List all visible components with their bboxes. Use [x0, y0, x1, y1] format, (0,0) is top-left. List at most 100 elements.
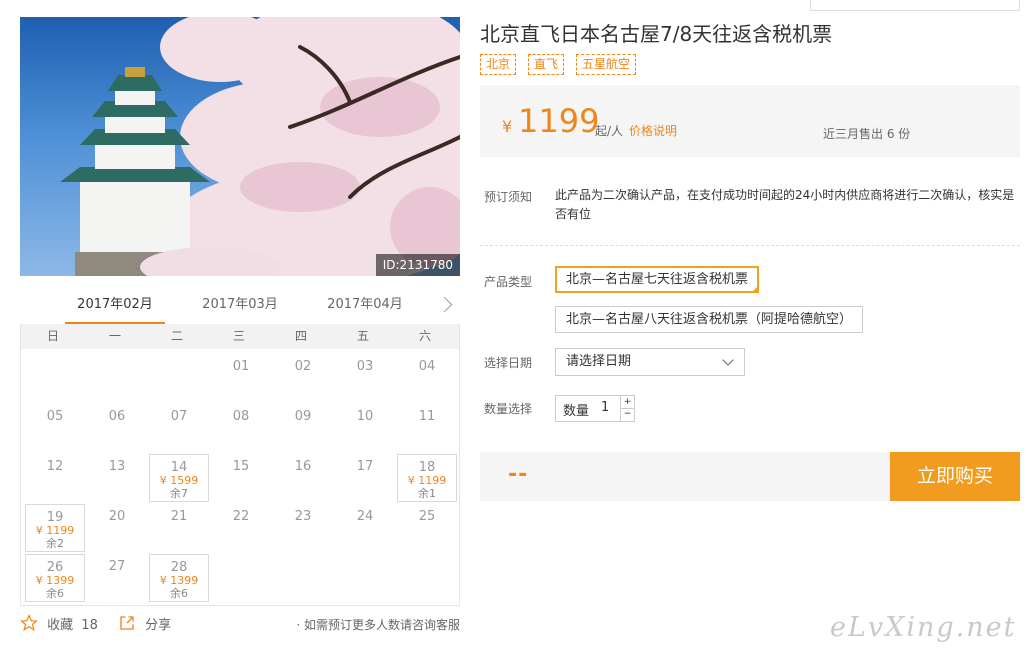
quantity-value[interactable]: 1	[601, 400, 609, 415]
calendar-day-number: 24	[356, 509, 374, 524]
calendar-day: 04	[397, 354, 457, 402]
calendar-day-number: 03	[356, 359, 374, 374]
calendar-day: 27	[87, 554, 147, 602]
calendar-day-stock: 余6	[170, 587, 188, 600]
tag-direct-flight: 直飞	[528, 54, 565, 75]
product-image[interactable]: ID:2131780	[20, 17, 460, 276]
calendar-day-number: 16	[294, 459, 312, 474]
product-option-8-day[interactable]: 北京—名古屋八天往返含税机票（阿提哈德航空）	[555, 306, 864, 333]
calendar-day-number: 27	[108, 559, 126, 574]
calendar-day[interactable]: 14 ¥ 1599 余7	[149, 454, 209, 502]
calendar-day-number: 10	[356, 409, 374, 424]
weekday-label: 三	[232, 329, 245, 343]
price-unit: 起/人	[595, 124, 624, 138]
quantity-decrease-button[interactable]: −	[620, 408, 634, 421]
calendar-day: 21	[149, 504, 209, 552]
calendar-day-number: 04	[418, 359, 436, 374]
product-title: 北京直飞日本名古屋7/8天往返含税机票	[480, 22, 833, 46]
calendar-day[interactable]: 26 ¥ 1399 余6	[25, 554, 85, 602]
chevron-down-icon	[722, 354, 734, 366]
calendar-day: 20	[87, 504, 147, 552]
price-panel: ¥ 1199 起/人 价格说明 近三月售出 6 份	[480, 85, 1020, 157]
calendar-day-number: 21	[170, 509, 188, 524]
currency-symbol: ¥	[502, 117, 513, 136]
calendar-day-number: 14	[170, 460, 188, 475]
weekday-label: 日	[46, 329, 59, 343]
calendar-day: 03	[335, 354, 395, 402]
calendar-day-number: 09	[294, 409, 312, 424]
tab-month-2017-04[interactable]: 2017年04月	[315, 290, 415, 325]
calendar-day: 16	[273, 454, 333, 502]
calendar-day-number: 20	[108, 509, 126, 524]
tab-month-2017-03[interactable]: 2017年03月	[190, 290, 290, 325]
calendar-day: 01	[211, 354, 271, 402]
favorite-button[interactable]: 收藏 18	[19, 613, 98, 636]
calendar-day-number: 02	[294, 359, 312, 374]
calendar-day: 02	[273, 354, 333, 402]
calendar-day-number: 17	[356, 459, 374, 474]
calendar-day-number: 26	[46, 560, 64, 575]
calendar-day-stock: 余7	[170, 487, 188, 500]
tag-beijing: 北京	[480, 54, 517, 75]
calendar-day-number: 28	[170, 560, 188, 575]
calendar-day-number: 15	[232, 459, 250, 474]
calendar-day-price: ¥ 1199	[35, 524, 75, 537]
weekday-label: 一	[108, 329, 121, 343]
calendar-day-number: 12	[46, 459, 64, 474]
calendar-day: 10	[335, 404, 395, 452]
site-watermark: eLvXing.net	[830, 612, 1017, 643]
top-right-box	[810, 0, 1020, 11]
calendar-day-number: 05	[46, 409, 64, 424]
total-price: --	[508, 462, 529, 487]
calendar-day-number: 22	[232, 509, 250, 524]
nagoya-castle-cherry-blossom-illustration	[60, 17, 460, 276]
product-option-7-day[interactable]: 北京—名古屋七天往返含税机票	[555, 266, 760, 293]
calendar-month-tabs: 2017年02月 2017年03月 2017年04月	[20, 290, 460, 325]
buy-now-button[interactable]: 立即购买	[890, 452, 1020, 501]
calendar-day: 25	[397, 504, 457, 552]
tab-month-2017-02[interactable]: 2017年02月	[65, 290, 165, 325]
contact-service-note: · 如需预订更多人数请咨询客服	[296, 618, 460, 632]
quantity-stepper: 数量 1 + −	[555, 395, 635, 422]
booking-notice-label: 预订须知	[484, 190, 533, 204]
favorite-label: 收藏	[47, 618, 74, 633]
favorite-count: 18	[81, 618, 98, 633]
calendar-day-number: 08	[232, 409, 250, 424]
calendar-day: 23	[273, 504, 333, 552]
calendar-day-number: 19	[46, 510, 64, 525]
calendar-day: 15	[211, 454, 271, 502]
weekday-label: 五	[356, 329, 369, 343]
calendar-day: 24	[335, 504, 395, 552]
share-button[interactable]: 分享	[118, 614, 171, 636]
share-label: 分享	[145, 618, 172, 633]
calendar-day-number: 25	[418, 509, 436, 524]
calendar-day: 09	[273, 404, 333, 452]
calendar-day[interactable]: 28 ¥ 1399 余6	[149, 554, 209, 602]
calendar-day: 17	[335, 454, 395, 502]
calendar-day-stock: 余6	[46, 587, 64, 600]
tag-five-star-airline: 五星航空	[576, 54, 637, 75]
product-type-label: 产品类型	[484, 275, 533, 289]
booking-notice-text: 此产品为二次确认产品，在支付成功时间起的24小时内供应商将进行二次确认，核实是否…	[555, 188, 1015, 221]
calendar-day-price: ¥ 1199	[407, 474, 447, 487]
calendar-day: 12	[25, 454, 85, 502]
calendar-day: 08	[211, 404, 271, 452]
calendar-day[interactable]: 19 ¥ 1199 余2	[25, 504, 85, 552]
share-icon	[120, 616, 134, 630]
calendar-grid: 日 一 二 三 四 五 六 01 02 03 04 05 06 07 08 09 10 11 12 13 14 ¥ 15…	[20, 324, 460, 606]
chevron-right-icon[interactable]	[436, 292, 456, 318]
price-explanation-link[interactable]: 价格说明	[629, 122, 677, 139]
calendar-day[interactable]: 18 ¥ 1199 余1	[397, 454, 457, 502]
calendar-day: 06	[87, 404, 147, 452]
weekday-label: 二	[170, 329, 183, 343]
calendar-day-price: ¥ 1599	[159, 474, 199, 487]
date-select[interactable]: 请选择日期	[555, 348, 745, 376]
purchase-bar: -- 立即购买	[480, 452, 1020, 501]
sales-count: 近三月售出 6 份	[823, 127, 911, 141]
calendar-day-number: 23	[294, 509, 312, 524]
product-actions-bar: 收藏 18 分享 · 如需预订更多人数请咨询客服	[19, 613, 460, 636]
calendar-day-price: ¥ 1399	[159, 574, 199, 587]
calendar-day: 07	[149, 404, 209, 452]
calendar-day: 13	[87, 454, 147, 502]
calendar-weekday-header: 日一二三四五六	[21, 324, 459, 349]
